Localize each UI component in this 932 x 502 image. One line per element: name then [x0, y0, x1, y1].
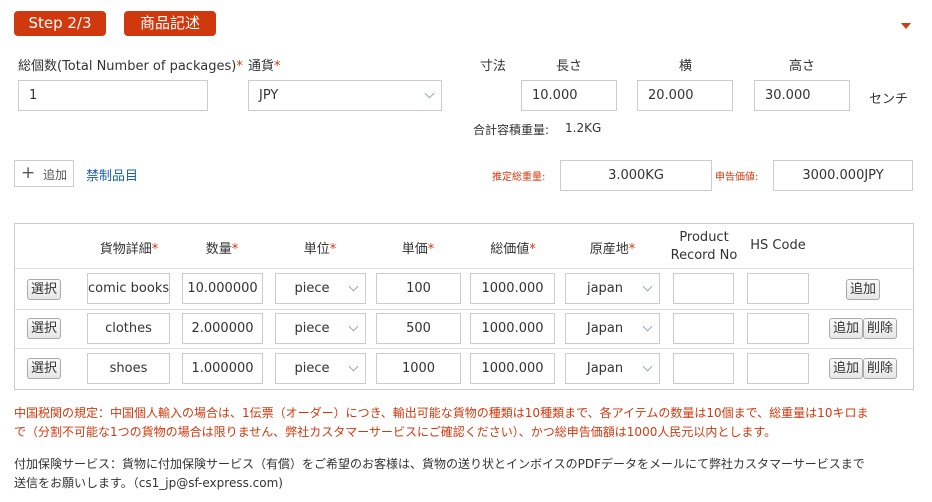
collapse-chevron-icon[interactable] — [901, 23, 911, 29]
chevron-down-icon — [642, 321, 653, 332]
customs-regulation-note: 中国税関の規定：中国個人輸入の場合は、1伝票（オーダー）につき、輸出可能な貨物の… — [14, 406, 869, 439]
row3-origin-select[interactable]: Japan — [565, 353, 660, 384]
row1-add-button[interactable]: 追加 — [846, 279, 880, 300]
row3-select-button[interactable]: 選択 — [27, 358, 61, 379]
table-divider — [15, 348, 913, 349]
currency-label: 通貨* — [248, 59, 281, 74]
estimated-weight-value: 3.000KG — [560, 160, 712, 191]
row2-hs-input[interactable] — [747, 313, 809, 344]
row3-total-input[interactable]: 1000.000 — [470, 353, 555, 384]
row3-unit-price-input[interactable]: 1000 — [376, 353, 461, 384]
row2-add-button[interactable]: 追加 — [829, 318, 863, 339]
section-title-badge: 商品記述 — [124, 11, 216, 36]
row3-delete-button[interactable]: 削除 — [863, 358, 897, 379]
row2-select-button[interactable]: 選択 — [27, 318, 61, 339]
estimated-weight-label: 推定総重量: — [492, 172, 546, 183]
col-header-product-record: Product Record No — [670, 230, 738, 263]
unit-label: センチ — [869, 92, 909, 107]
row1-total-input[interactable]: 1000.000 — [470, 273, 555, 304]
row2-unit-select[interactable]: piece — [275, 313, 366, 344]
row2-delete-button[interactable]: 削除 — [863, 318, 897, 339]
row1-select-button[interactable]: 選択 — [27, 279, 61, 300]
row1-unit-select[interactable]: piece — [275, 273, 366, 304]
col-header-quantity: 数量* — [205, 242, 239, 257]
declared-value-label: 申告価値: — [715, 172, 759, 183]
row3-add-button[interactable]: 追加 — [829, 358, 863, 379]
row2-origin-select[interactable]: Japan — [565, 313, 660, 344]
row2-record-input[interactable] — [673, 313, 734, 344]
row1-quantity-input[interactable]: 10.000000 — [182, 273, 263, 304]
chevron-down-icon — [642, 361, 653, 372]
length-input[interactable]: 10.000 — [521, 80, 617, 111]
length-label: 長さ — [556, 59, 583, 74]
total-packages-label: 総個数(Total Number of packages)* — [18, 59, 243, 74]
col-header-unit-price: 単価* — [401, 242, 435, 257]
row1-hs-input[interactable] — [747, 273, 809, 304]
table-divider — [15, 268, 913, 269]
width-label: 横 — [679, 59, 693, 74]
row3-origin-value: Japan — [586, 361, 624, 376]
chevron-down-icon — [642, 281, 653, 292]
row3-detail-input[interactable]: shoes — [87, 353, 170, 384]
row3-hs-input[interactable] — [747, 353, 809, 384]
row2-quantity-input[interactable]: 2.000000 — [182, 313, 263, 344]
height-label: 高さ — [789, 59, 816, 74]
col-header-detail: 貨物詳細* — [99, 242, 159, 257]
row2-origin-value: Japan — [586, 321, 624, 336]
row3-record-input[interactable] — [673, 353, 734, 384]
row1-origin-value: japan — [586, 281, 624, 296]
col-header-unit: 単位* — [303, 242, 337, 257]
width-input[interactable]: 20.000 — [637, 80, 733, 111]
row3-quantity-input[interactable]: 1.000000 — [182, 353, 263, 384]
row2-unit-value: piece — [294, 321, 330, 336]
total-packages-input[interactable]: 1 — [18, 80, 208, 111]
chevron-down-icon — [348, 361, 359, 372]
dimensions-label: 寸法 — [480, 59, 507, 74]
row1-unit-value: piece — [294, 281, 330, 296]
insurance-service-note: 付加保険サービス：貨物に付加保険サービス（有償）をご希望のお客様は、貨物の送り状… — [14, 457, 865, 490]
currency-select[interactable]: JPY — [248, 80, 442, 111]
chevron-down-icon — [424, 88, 435, 99]
row3-unit-value: piece — [294, 361, 330, 376]
chevron-down-icon — [348, 281, 359, 292]
plus-icon: + — [21, 163, 36, 183]
chevron-down-icon — [348, 321, 359, 332]
row1-origin-select[interactable]: japan — [565, 273, 660, 304]
prohibited-items-link[interactable]: 禁制品目 — [86, 165, 138, 184]
row2-detail-input[interactable]: clothes — [87, 313, 170, 344]
col-header-total-value: 総価値* — [490, 242, 536, 257]
add-button-label: 追加 — [43, 168, 68, 182]
row2-unit-price-input[interactable]: 500 — [376, 313, 461, 344]
add-package-button[interactable]: + 追加 — [14, 160, 74, 187]
total-volume-weight-label: 合計容積重量: — [473, 123, 550, 137]
currency-value: JPY — [259, 88, 279, 103]
step-badge: Step 2/3 — [14, 11, 106, 36]
row1-unit-price-input[interactable]: 100 — [376, 273, 461, 304]
col-header-hs-code: HS Code — [750, 238, 806, 253]
height-input[interactable]: 30.000 — [754, 80, 850, 111]
row2-total-input[interactable]: 1000.000 — [470, 313, 555, 344]
table-divider — [15, 309, 913, 310]
declared-value-value: 3000.000JPY — [773, 160, 913, 191]
col-header-origin: 原産地* — [589, 242, 636, 257]
row1-record-input[interactable] — [673, 273, 734, 304]
row3-unit-select[interactable]: piece — [275, 353, 366, 384]
total-volume-weight-value: 1.2KG — [565, 121, 602, 135]
row1-detail-input[interactable]: comic books — [87, 273, 170, 304]
